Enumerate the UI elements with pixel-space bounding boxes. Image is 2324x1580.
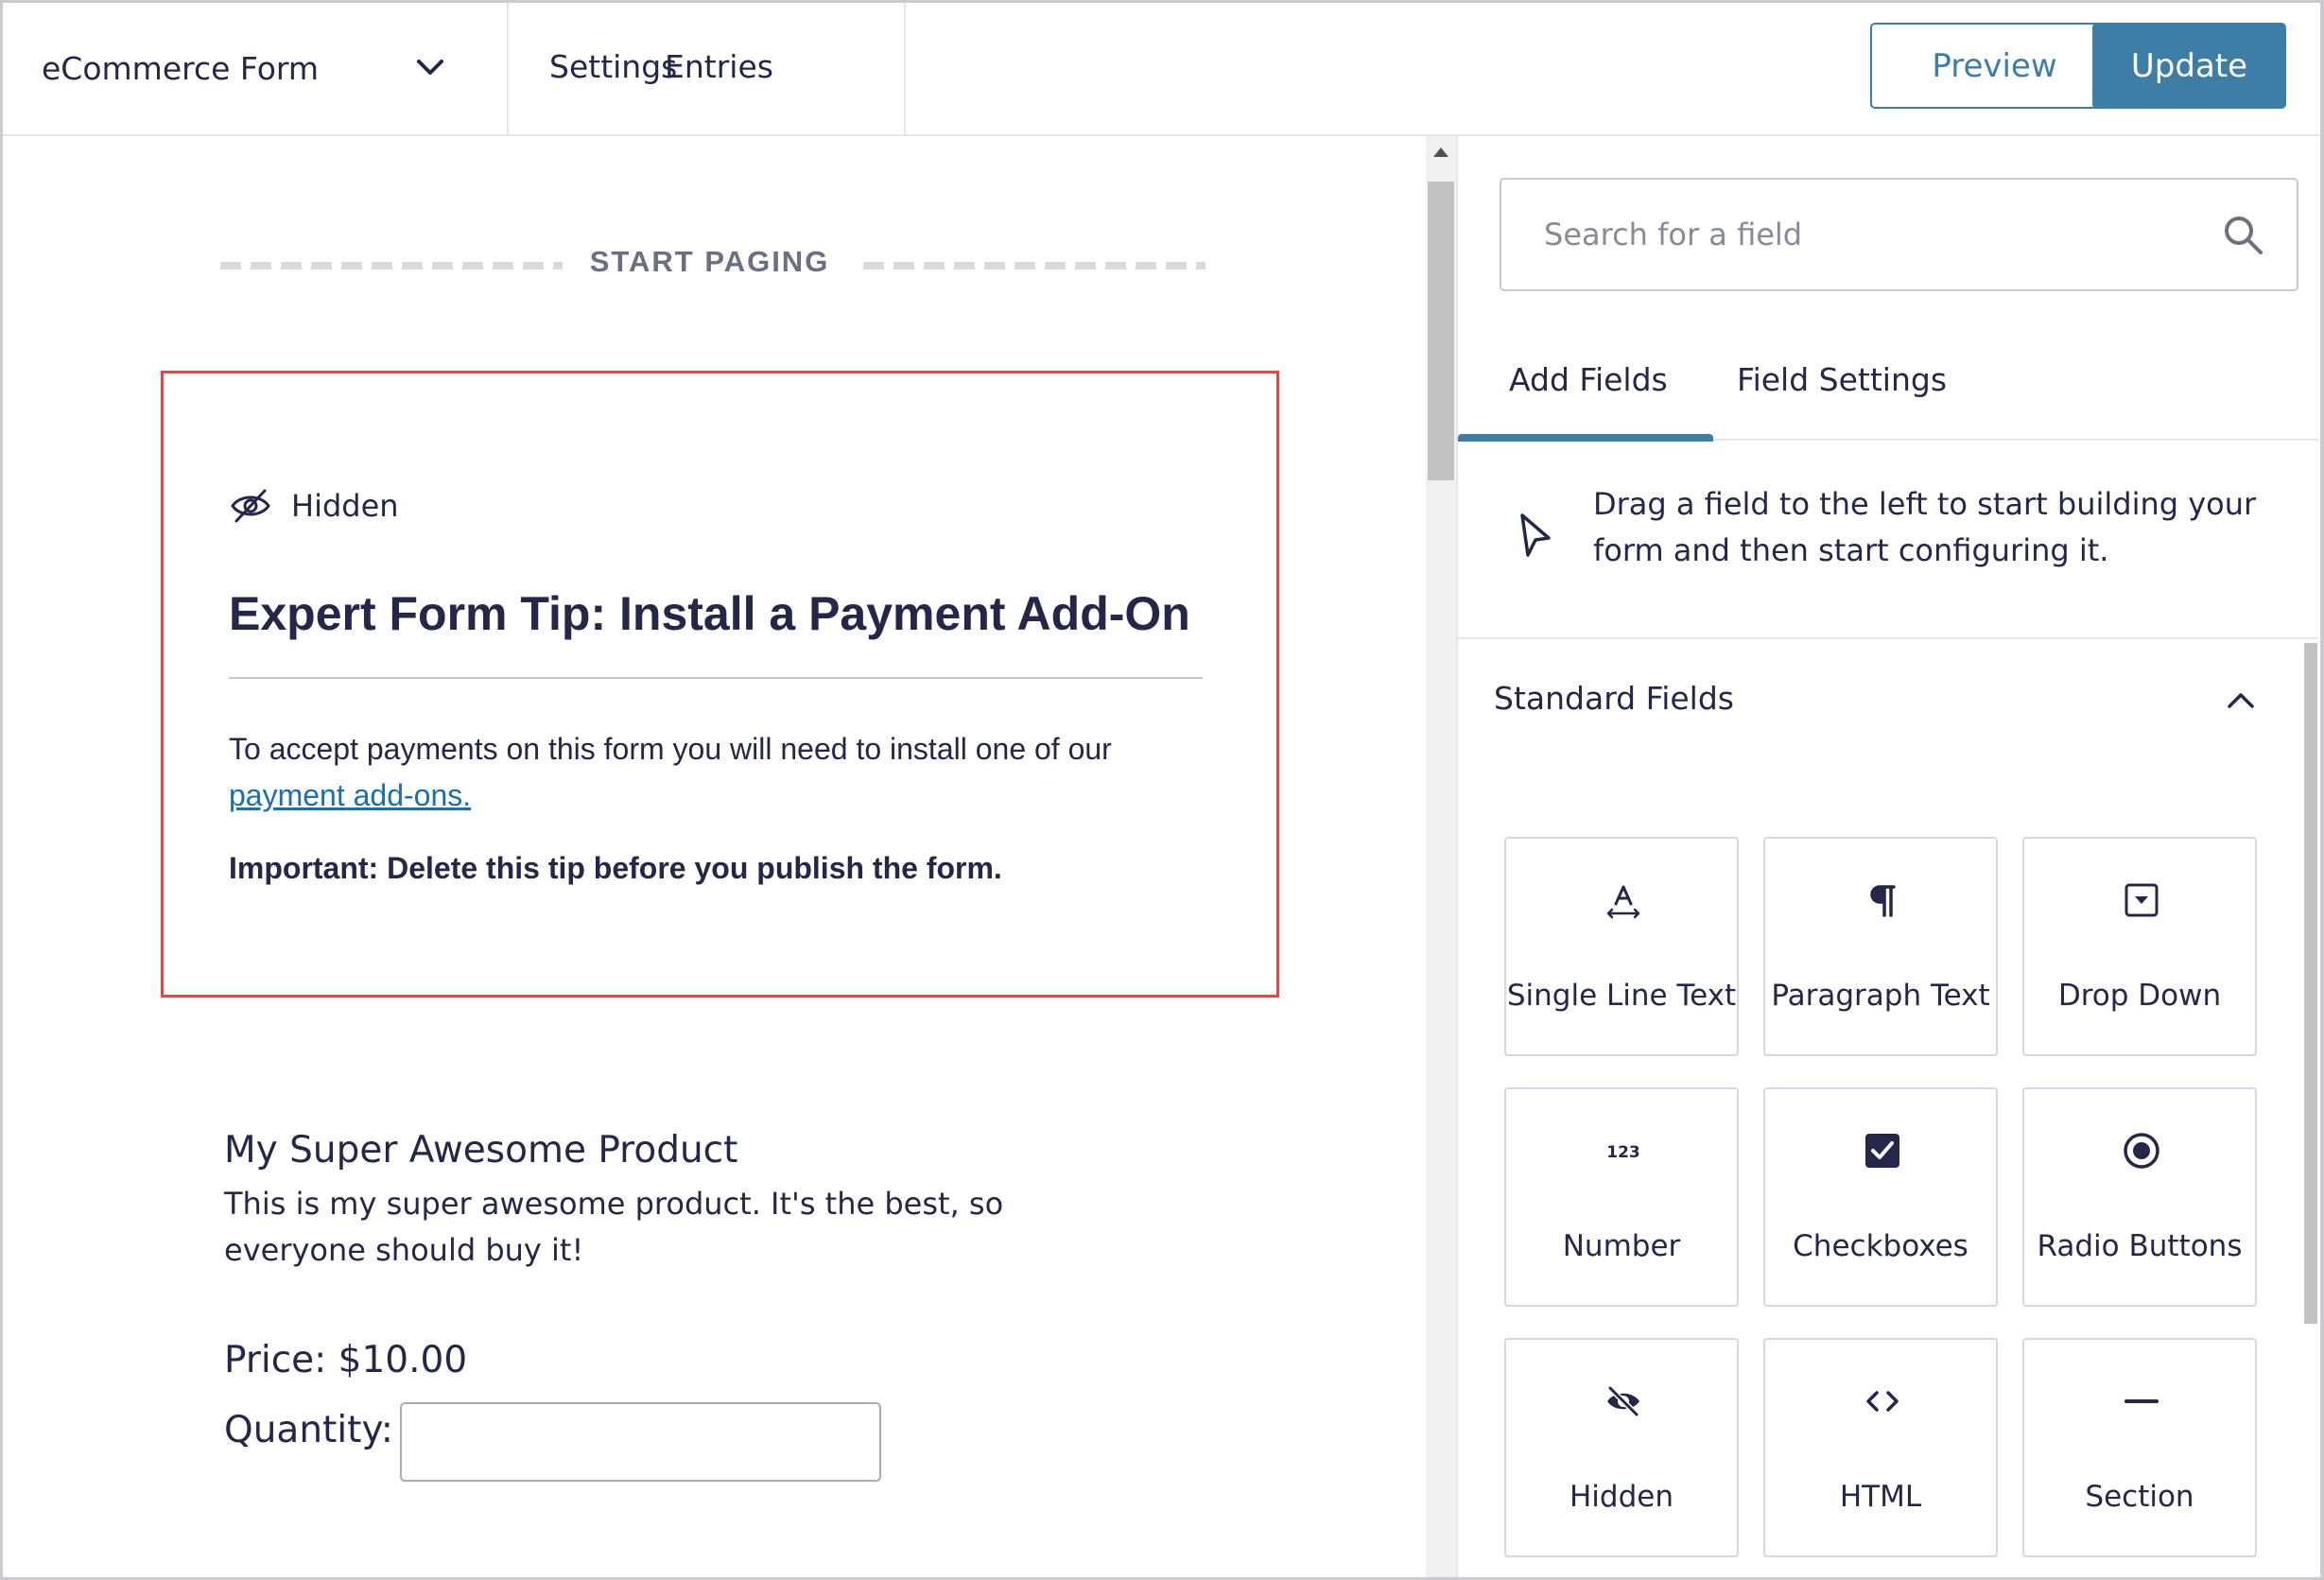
radio-icon <box>2124 1133 2159 1169</box>
paging-dash-right <box>863 262 1205 269</box>
nav-settings[interactable]: Settings <box>549 48 677 85</box>
field-tile-section[interactable]: Section <box>2022 1338 2257 1557</box>
field-tile-label: Radio Buttons <box>2037 1229 2243 1263</box>
tab-add-fields[interactable]: Add Fields <box>1509 361 1668 398</box>
field-sidebar: Search for a field Add Fields Field Sett… <box>1456 136 2318 1577</box>
tip-title: Expert Form Tip: Install a Payment Add-O… <box>229 587 1190 640</box>
top-bar: eCommerce Form Settings Entries Preview … <box>3 3 2319 136</box>
field-tile-label: Drop Down <box>2057 979 2222 1013</box>
top-nav: Settings Entries <box>509 3 906 134</box>
field-tile-paragraph-text[interactable]: Paragraph Text <box>1763 837 1998 1056</box>
checkbox-icon <box>1865 1134 1899 1168</box>
svg-text:123: 123 <box>1606 1143 1640 1162</box>
dropdown-icon <box>2125 883 2159 917</box>
search-icon[interactable] <box>2221 213 2264 256</box>
field-tile-checkboxes[interactable]: Checkboxes <box>1763 1087 1998 1307</box>
payment-addons-link[interactable]: payment add-ons. <box>229 778 471 812</box>
visibility-indicator: Hidden <box>229 487 399 525</box>
update-button[interactable]: Update <box>2092 23 2286 109</box>
field-tile-label: Paragraph Text <box>1771 979 1990 1013</box>
field-tile-label: HTML <box>1839 1480 1922 1514</box>
field-tile-label: Single Line Text <box>1506 979 1737 1013</box>
tip-body: To accept payments on this form you will… <box>229 726 1203 819</box>
chevron-down-icon <box>417 60 443 75</box>
product-description: This is my super awesome product. It's t… <box>224 1186 1004 1268</box>
chevron-up-icon[interactable] <box>2224 689 2258 712</box>
start-paging-divider[interactable]: START PAGING <box>220 235 1205 292</box>
tab-field-settings[interactable]: Field Settings <box>1737 361 1947 398</box>
standard-fields-title[interactable]: Standard Fields <box>1494 680 1734 717</box>
drag-hint-text: Drag a field to the left to start buildi… <box>1593 486 2257 568</box>
product-title: My Super Awesome Product <box>224 1129 738 1172</box>
preview-button[interactable]: Preview <box>1870 23 2119 109</box>
drag-hint: Drag a field to the left to start buildi… <box>1458 441 2318 639</box>
product-price: Price: $10.00 <box>224 1339 468 1381</box>
form-switcher[interactable]: eCommerce Form <box>3 3 509 134</box>
tip-divider <box>229 677 1203 679</box>
cursor-icon <box>1520 513 1551 557</box>
field-tile-label: Section <box>2085 1480 2194 1514</box>
paging-label: START PAGING <box>589 245 830 278</box>
section-icon <box>2125 1399 2159 1403</box>
product-field[interactable]: My Super Awesome Product This is my supe… <box>224 1129 1170 1482</box>
field-tile-drop-down[interactable]: Drop Down <box>2022 837 2257 1056</box>
scrollbar-thumb[interactable] <box>1428 182 1454 480</box>
field-search-input[interactable]: Search for a field <box>1500 178 2298 291</box>
hidden-eye-icon <box>231 489 270 523</box>
paragraph-icon <box>1870 885 1896 917</box>
tip-body-text: To accept payments on this form you will… <box>229 732 1112 766</box>
tip-important-note: Important: Delete this tip before you pu… <box>229 851 1002 885</box>
quantity-input[interactable] <box>400 1402 881 1482</box>
number-icon: 123 <box>1606 1143 1640 1162</box>
scroll-up-arrow-icon[interactable] <box>1433 148 1448 157</box>
field-tile-hidden[interactable]: Hidden <box>1504 1338 1739 1557</box>
field-tile-number[interactable]: 123 Number <box>1504 1087 1739 1307</box>
payment-tip-field[interactable]: Hidden Expert Form Tip: Install a Paymen… <box>161 371 1279 998</box>
field-tile-html[interactable]: HTML <box>1763 1338 1998 1557</box>
field-tile-label: Checkboxes <box>1793 1229 1968 1263</box>
search-placeholder: Search for a field <box>1544 217 1803 252</box>
canvas-scrollbar[interactable] <box>1426 136 1456 1577</box>
visibility-label: Hidden <box>291 488 399 524</box>
code-icon <box>1866 1391 1899 1412</box>
nav-entries[interactable]: Entries <box>665 48 773 85</box>
sidebar-scrollbar-thumb[interactable] <box>2304 643 2317 1324</box>
hidden-icon <box>1607 1385 1639 1417</box>
form-canvas: START PAGING Hidden Expert Form Tip: Ins… <box>3 136 1426 1577</box>
paging-dash-left <box>220 262 563 269</box>
field-tile-radio-buttons[interactable]: Radio Buttons <box>2022 1087 2257 1307</box>
field-tile-label: Hidden <box>1570 1480 1674 1514</box>
form-name: eCommerce Form <box>42 50 320 87</box>
field-tile-label: Number <box>1562 1229 1681 1263</box>
field-tile-single-line-text[interactable]: Single Line Text <box>1504 837 1739 1056</box>
quantity-label: Quantity: <box>224 1409 393 1451</box>
single-line-text-icon <box>1606 885 1640 919</box>
